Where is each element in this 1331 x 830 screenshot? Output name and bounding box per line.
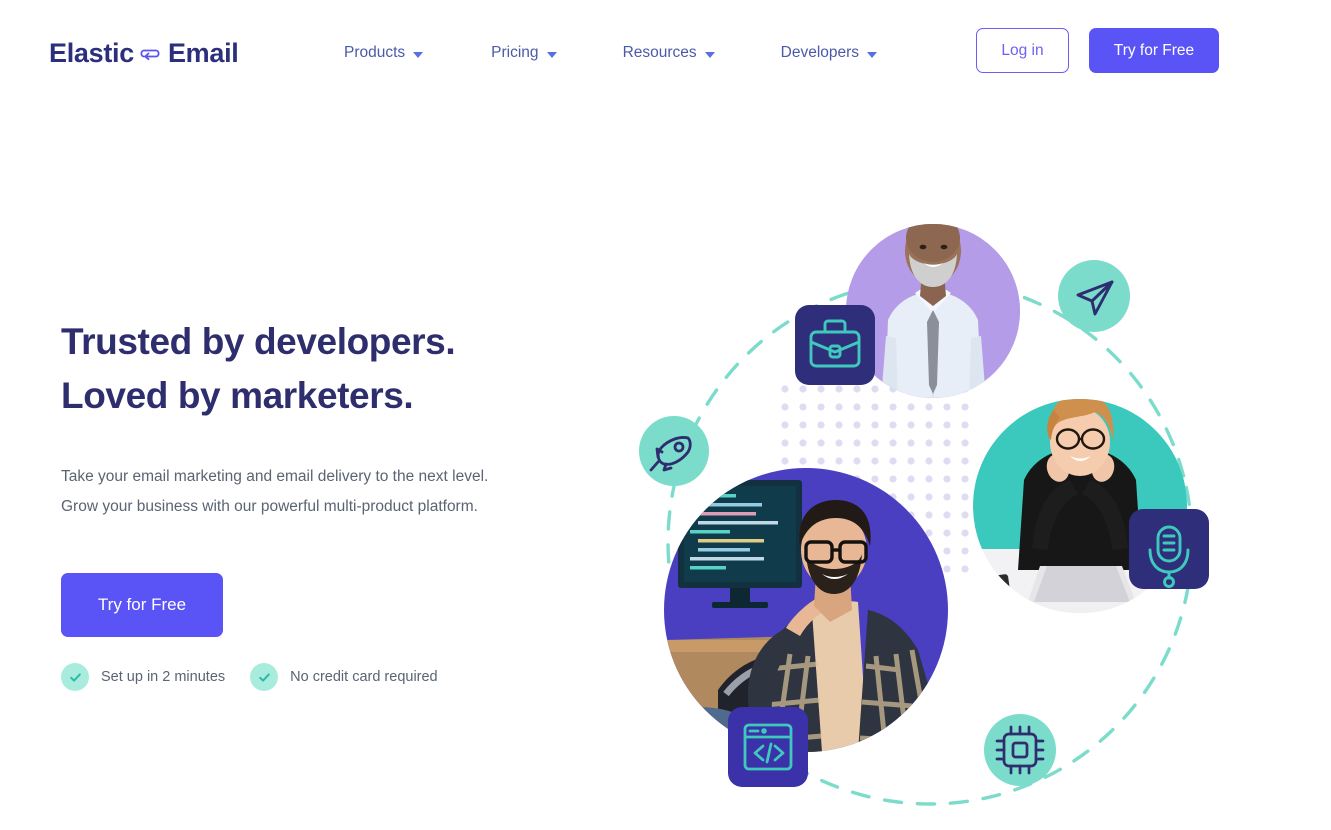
site-header: Elastic Email Products Pricing Resources… — [0, 0, 1331, 102]
login-button[interactable]: Log in — [976, 28, 1069, 73]
feature-label: Set up in 2 minutes — [101, 669, 226, 685]
hero-feature-list: Set up in 2 minutes No credit card requi… — [61, 663, 438, 691]
rocket-icon — [639, 416, 709, 486]
nav-item-products[interactable]: Products — [344, 40, 424, 66]
try-for-free-header-button[interactable]: Try for Free — [1089, 28, 1219, 73]
logo-text-elastic: Elastic — [49, 38, 134, 68]
paper-plane-icon — [1058, 260, 1130, 332]
logo-text-email: Email — [167, 38, 239, 68]
chevron-down-icon — [413, 51, 424, 58]
feature-item: Set up in 2 minutes — [61, 663, 225, 691]
nav-label-resources: Resources — [622, 44, 697, 61]
page-title: Trusted by developers. Loved by marketer… — [61, 321, 456, 416]
nav-item-developers[interactable]: Developers — [780, 40, 878, 66]
try-for-free-hero-button[interactable]: Try for Free — [61, 573, 223, 637]
nav-item-pricing[interactable]: Pricing — [491, 40, 557, 66]
check-icon — [250, 663, 279, 691]
nav-label-pricing: Pricing — [491, 44, 539, 61]
chevron-down-icon — [704, 51, 715, 58]
logo[interactable]: Elastic Email — [49, 38, 239, 69]
nav-item-resources[interactable]: Resources — [623, 40, 715, 66]
nav-label-products: Products — [344, 44, 406, 61]
chevron-down-icon — [546, 51, 557, 58]
hero-illustration — [600, 150, 1280, 830]
feature-item: No credit card required — [250, 663, 438, 691]
developer-photo — [664, 468, 948, 752]
hero-subheading: Take your email marketing and email deli… — [61, 468, 489, 515]
loop-arrow-icon — [139, 38, 163, 69]
chevron-down-icon — [867, 51, 878, 58]
main-navigation: Products Pricing Resources Developers — [344, 40, 878, 66]
code-window-icon — [728, 707, 808, 787]
nav-label-developers: Developers — [780, 44, 860, 61]
briefcase-icon — [795, 305, 875, 385]
microchip-icon — [984, 714, 1056, 786]
check-icon — [61, 663, 89, 691]
feature-label: No credit card required — [290, 669, 438, 685]
microphone-icon — [1129, 509, 1209, 589]
